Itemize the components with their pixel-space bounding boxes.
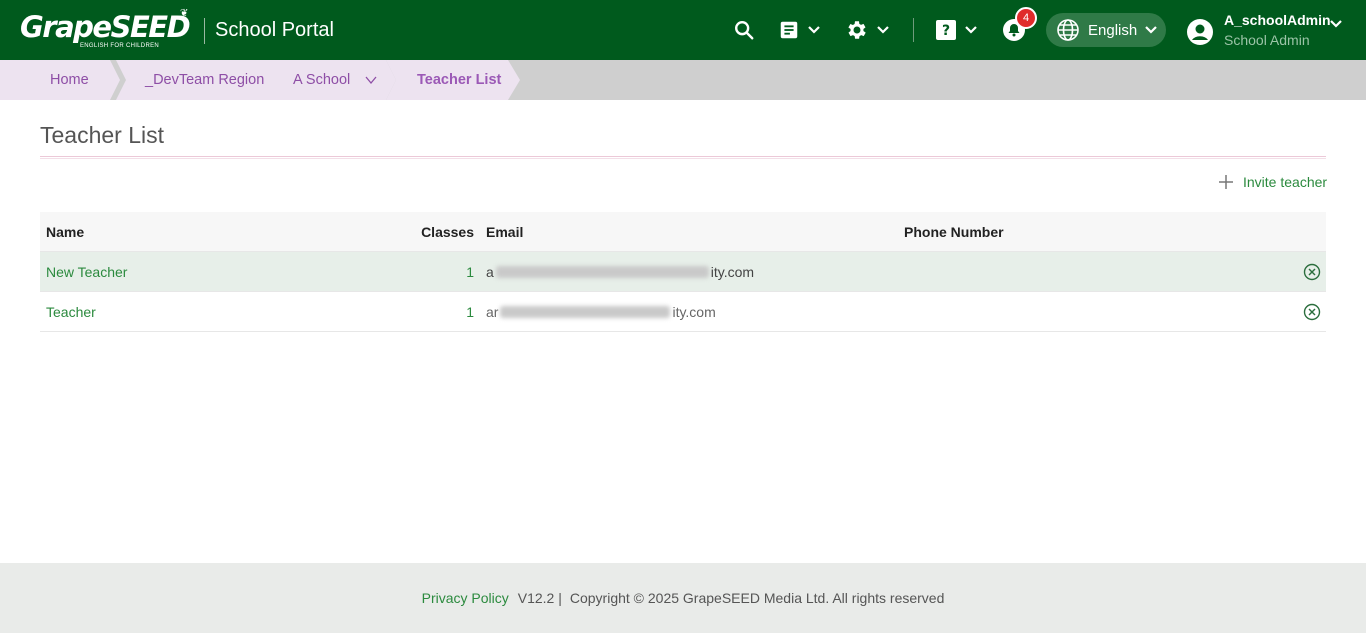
gear-icon: [848, 21, 866, 39]
email-prefix: a: [486, 264, 494, 280]
invite-teacher-button[interactable]: Invite teacher: [1218, 172, 1327, 192]
email-suffix: ity.com: [672, 304, 716, 320]
remove-teacher-button[interactable]: [1302, 252, 1322, 292]
email-cell: a ity.com: [486, 252, 754, 292]
invite-teacher-label: Invite teacher: [1243, 174, 1328, 190]
privacy-policy-link[interactable]: Privacy Policy: [422, 590, 509, 606]
leaf-icon: ❦: [180, 8, 189, 19]
documents-menu-button[interactable]: [778, 18, 822, 42]
teacher-name-link[interactable]: Teacher: [46, 292, 96, 332]
remove-teacher-button[interactable]: [1302, 292, 1322, 332]
user-avatar-icon: [1187, 19, 1213, 45]
header-divider: [913, 18, 914, 42]
copyright-text: Copyright © 2025 GrapeSEED Media Ltd. Al…: [569, 590, 945, 606]
chevron-down-icon: [1145, 26, 1157, 34]
user-role: School Admin: [1224, 32, 1310, 48]
header-divider: [204, 18, 205, 44]
globe-icon: [1057, 19, 1079, 41]
grapeseed-logo[interactable]: GrapeSEED ❦ ENGLISH FOR CHILDREN: [20, 8, 198, 54]
notification-count-badge: 4: [1015, 7, 1037, 29]
logo-tagline: ENGLISH FOR CHILDREN: [80, 43, 160, 49]
email-suffix: ity.com: [710, 264, 755, 280]
table-row[interactable]: Teacher 1 ar ity.com: [40, 292, 1326, 332]
chevron-down-icon: [965, 26, 977, 34]
breadcrumb-label: Home: [50, 72, 89, 88]
chevron-down-icon: [1330, 20, 1342, 28]
breadcrumb-label: _DevTeam Region: [145, 72, 265, 88]
column-header-email[interactable]: Email: [486, 212, 523, 252]
chevron-down-icon[interactable]: [365, 74, 377, 86]
breadcrumb-home[interactable]: Home: [0, 60, 120, 100]
user-menu[interactable]: A_schoolAdmin School Admin: [1186, 12, 1356, 52]
teacher-name-link[interactable]: New Teacher: [46, 252, 127, 292]
search-icon: [735, 21, 754, 40]
help-menu-button[interactable]: ?: [935, 18, 979, 42]
breadcrumb-label: A School: [293, 72, 351, 88]
column-header-name[interactable]: Name: [46, 212, 84, 252]
document-icon: [780, 21, 798, 39]
breadcrumb-school[interactable]: A School: [264, 60, 396, 100]
teacher-table: Name Classes Email Phone Number New Teac…: [40, 212, 1326, 332]
search-button[interactable]: [733, 18, 755, 42]
redacted-blur: [495, 266, 709, 278]
column-header-classes[interactable]: Classes: [400, 212, 474, 252]
user-name: A_schoolAdmin: [1224, 12, 1331, 28]
breadcrumb: Home _DevTeam Region A School Teacher Li…: [0, 60, 1366, 100]
close-circle-icon: [1303, 303, 1321, 321]
settings-menu-button[interactable]: [845, 18, 891, 42]
portal-title: School Portal: [215, 19, 334, 41]
top-header: GrapeSEED ❦ ENGLISH FOR CHILDREN School …: [0, 0, 1366, 60]
redacted-blur: [500, 306, 671, 318]
breadcrumb-label: Teacher List: [417, 72, 502, 88]
logo-wordmark: GrapeSEED: [20, 10, 191, 44]
language-label: English: [1088, 21, 1138, 39]
email-prefix: ar: [486, 304, 499, 320]
svg-text:?: ?: [942, 23, 950, 39]
breadcrumb-current: Teacher List: [386, 60, 520, 100]
version-label: V12.2 |: [517, 590, 562, 606]
page-title: Teacher List: [40, 122, 165, 148]
classes-count[interactable]: 1: [400, 252, 474, 292]
title-divider: [40, 156, 1326, 159]
page-footer: Privacy Policy V12.2 | Copyright © 2025 …: [0, 563, 1366, 633]
plus-icon: [1219, 175, 1233, 189]
classes-count[interactable]: 1: [400, 292, 474, 332]
chevron-down-icon: [808, 26, 820, 34]
table-row[interactable]: New Teacher 1 a ity.com: [40, 252, 1326, 292]
column-header-phone[interactable]: Phone Number: [904, 212, 1004, 252]
chevron-down-icon: [877, 26, 889, 34]
help-icon: ?: [936, 20, 956, 40]
breadcrumb-region[interactable]: _DevTeam Region: [116, 60, 276, 100]
language-selector[interactable]: English: [1046, 13, 1166, 47]
email-cell: ar ity.com: [486, 292, 716, 332]
close-circle-icon: [1303, 263, 1321, 281]
table-header-row: Name Classes Email Phone Number: [40, 212, 1326, 252]
